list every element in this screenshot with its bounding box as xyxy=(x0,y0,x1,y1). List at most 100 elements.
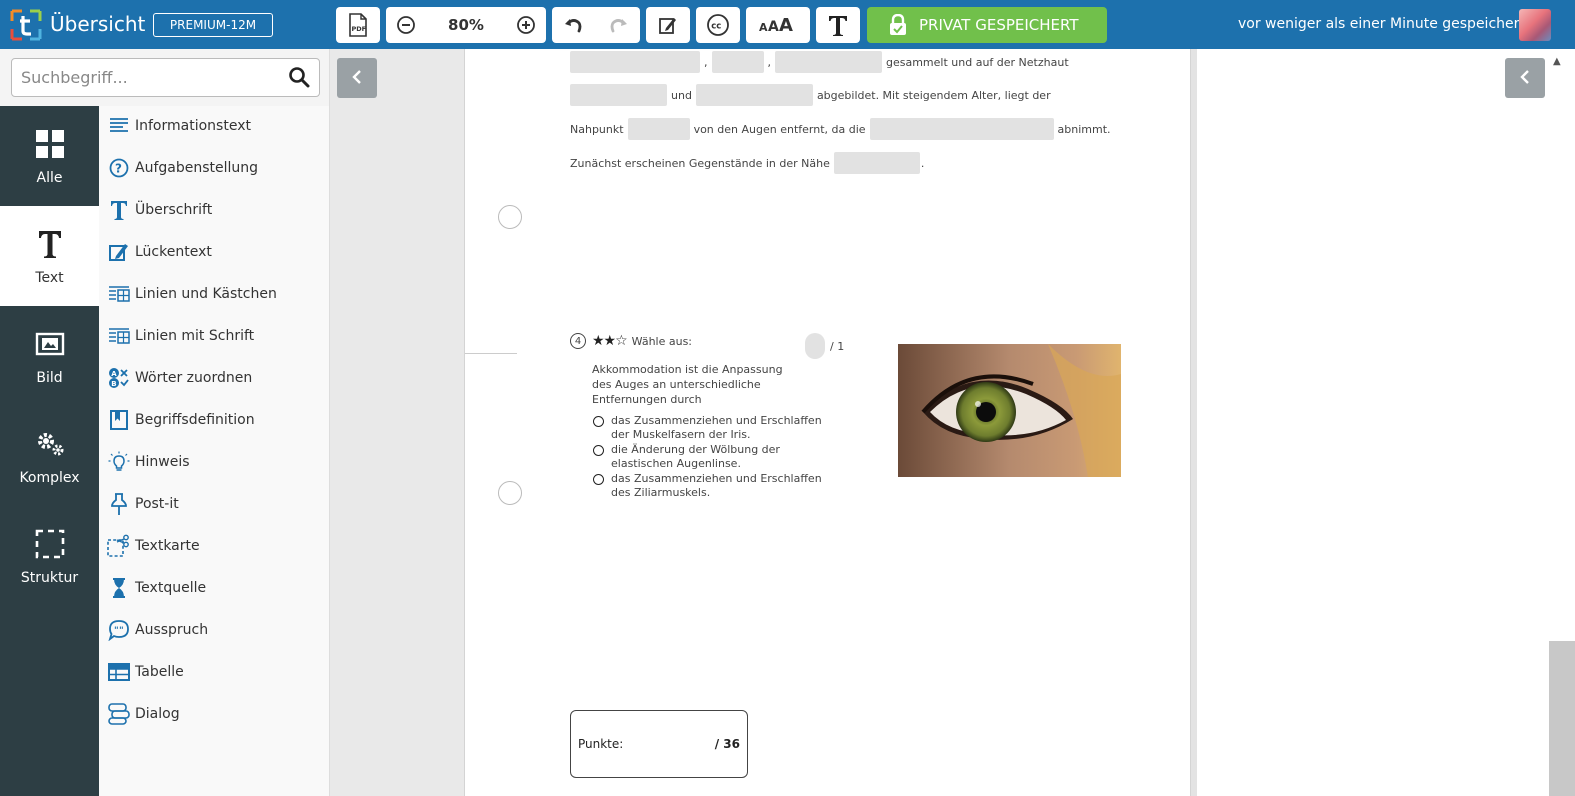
task-max-points: / 1 xyxy=(830,340,845,353)
radio-button[interactable] xyxy=(593,474,604,485)
block-item-aufgabenstellung[interactable]: ? Aufgabenstellung xyxy=(107,152,327,184)
category-struktur[interactable]: Struktur xyxy=(0,506,99,606)
cloze-gap[interactable] xyxy=(775,51,882,73)
category-label: Struktur xyxy=(20,570,79,586)
block-item-tabelle[interactable]: Tabelle xyxy=(107,656,327,688)
collapse-right-panel-button[interactable] xyxy=(1505,58,1545,98)
cloze-gap[interactable] xyxy=(695,84,813,106)
block-item-linien-und-kaestchen[interactable]: Linien und Kästchen xyxy=(107,278,327,310)
cloze-line-2: und abgebildet. Mit steigendem Alter, li… xyxy=(570,84,1055,106)
score-input[interactable] xyxy=(805,333,825,359)
block-item-lueckentext[interactable]: Lückentext xyxy=(107,236,327,268)
edit-icon xyxy=(107,240,131,264)
points-label: Punkte: xyxy=(578,737,624,751)
cloze-text: gesammelt und auf der Netzhaut xyxy=(886,55,1069,69)
chevron-left-icon xyxy=(351,69,363,88)
option-text: das Zusammenziehen und Erschlaffen des Z… xyxy=(611,472,822,499)
cloze-line-1: , , gesammelt und auf der Netzhaut xyxy=(570,51,1073,73)
private-saved-button[interactable]: PRIVAT GESPEICHERT xyxy=(867,7,1107,43)
history-control xyxy=(552,7,640,43)
redo-icon[interactable] xyxy=(607,15,629,35)
scroll-up-icon[interactable]: ▲ xyxy=(1553,56,1561,67)
avatar[interactable] xyxy=(1519,9,1551,41)
block-item-linien-mit-schrift[interactable]: Linien mit Schrift xyxy=(107,320,327,352)
cloze-gap[interactable] xyxy=(711,51,764,73)
category-label: Text xyxy=(35,270,64,286)
plan-badge: PREMIUM-12M xyxy=(153,13,273,37)
block-item-label: Informationstext xyxy=(135,118,251,134)
cloze-text: und xyxy=(671,88,692,102)
svg-text:": " xyxy=(119,626,124,636)
block-item-textquelle[interactable]: Textquelle xyxy=(107,572,327,604)
block-item-ausspruch[interactable]: " " Ausspruch xyxy=(107,614,327,646)
undo-icon[interactable] xyxy=(563,15,585,35)
option-text: die Änderung der Wölbung der elastischen… xyxy=(611,443,780,470)
svg-text:A: A xyxy=(779,15,793,35)
font-size-button[interactable]: AAA xyxy=(746,7,810,43)
block-item-woerter-zuordnen[interactable]: AB Wörter zuordnen xyxy=(107,362,327,394)
block-item-label: Hinweis xyxy=(135,454,190,470)
text-t-icon xyxy=(37,226,63,262)
license-button[interactable]: cc xyxy=(696,7,740,43)
svg-text:A: A xyxy=(768,19,779,35)
block-handle[interactable] xyxy=(498,205,522,229)
edit-button[interactable] xyxy=(646,7,690,43)
gears-icon xyxy=(34,426,66,462)
radio-button[interactable] xyxy=(593,416,604,427)
font-style-button[interactable] xyxy=(816,7,860,43)
block-item-label: Aufgabenstellung xyxy=(135,160,259,176)
cloze-gap[interactable] xyxy=(570,84,667,106)
cloze-gap[interactable] xyxy=(570,51,700,73)
text-t-icon xyxy=(826,12,850,38)
category-text[interactable]: Text xyxy=(0,206,99,306)
category-bar: Alle Text Bild Komplex Struktur xyxy=(0,106,99,796)
cloze-gap[interactable] xyxy=(833,152,920,174)
svg-text:A: A xyxy=(111,370,117,378)
block-item-begriffsdefinition[interactable]: Begriffsdefinition xyxy=(107,404,327,436)
block-item-informationstext[interactable]: Informationstext xyxy=(107,110,327,142)
cloze-text: abgebildet. Mit steigendem Alter, liegt … xyxy=(816,88,1051,102)
answer-option[interactable]: das Zusammenziehen und Erschlaffen des Z… xyxy=(593,472,833,500)
block-handle[interactable] xyxy=(498,481,522,505)
app-title[interactable]: Übersicht xyxy=(50,12,145,36)
block-item-hinweis[interactable]: Hinweis xyxy=(107,446,327,478)
radio-button[interactable] xyxy=(593,445,604,456)
zoom-out-icon[interactable] xyxy=(396,15,416,35)
zoom-in-icon[interactable] xyxy=(516,15,536,35)
cloze-text: , xyxy=(704,55,708,69)
block-item-ueberschrift[interactable]: Überschrift xyxy=(107,194,327,226)
search-input[interactable] xyxy=(11,58,320,97)
collapse-sidebar-button[interactable] xyxy=(337,58,377,98)
dialog-icon xyxy=(107,702,131,726)
block-item-dialog[interactable]: Dialog xyxy=(107,698,327,730)
category-alle[interactable]: Alle xyxy=(0,106,99,206)
svg-text:": " xyxy=(114,626,119,636)
search-icon[interactable] xyxy=(288,66,310,92)
cloze-text: , xyxy=(767,55,772,69)
cloze-gap[interactable] xyxy=(869,118,1054,140)
block-item-post-it[interactable]: Post-it xyxy=(107,488,327,520)
app-logo-icon[interactable] xyxy=(10,9,42,41)
lines-boxes-icon xyxy=(107,282,131,306)
answer-option[interactable]: das Zusammenziehen und Erschlaffen der M… xyxy=(593,414,833,442)
pdf-button[interactable]: PDF xyxy=(336,7,380,43)
dashed-square-icon xyxy=(35,526,65,562)
option-text: das Zusammenziehen und Erschlaffen der M… xyxy=(611,414,822,441)
category-bild[interactable]: Bild xyxy=(0,306,99,406)
category-komplex[interactable]: Komplex xyxy=(0,406,99,506)
font-size-icon: AAA xyxy=(758,15,798,35)
scrollbar-thumb[interactable] xyxy=(1549,641,1575,796)
block-item-textkarte[interactable]: Textkarte xyxy=(107,530,327,562)
pdf-icon: PDF xyxy=(347,13,369,37)
eye-photo[interactable] xyxy=(898,344,1121,477)
block-item-label: Wörter zuordnen xyxy=(135,370,253,386)
answer-option[interactable]: die Änderung der Wölbung der elastischen… xyxy=(593,443,833,471)
cloze-gap[interactable] xyxy=(627,118,690,140)
cloze-text: von den Augen entfernt, da die xyxy=(693,122,866,136)
task-number: 4 xyxy=(570,333,586,349)
svg-text:?: ? xyxy=(115,162,122,176)
lines-text-icon xyxy=(107,324,131,348)
top-bar: Übersicht PREMIUM-12M PDF 80% cc A A A P… xyxy=(0,0,1575,49)
block-item-label: Linien mit Schrift xyxy=(135,328,255,344)
pin-icon xyxy=(107,492,131,516)
